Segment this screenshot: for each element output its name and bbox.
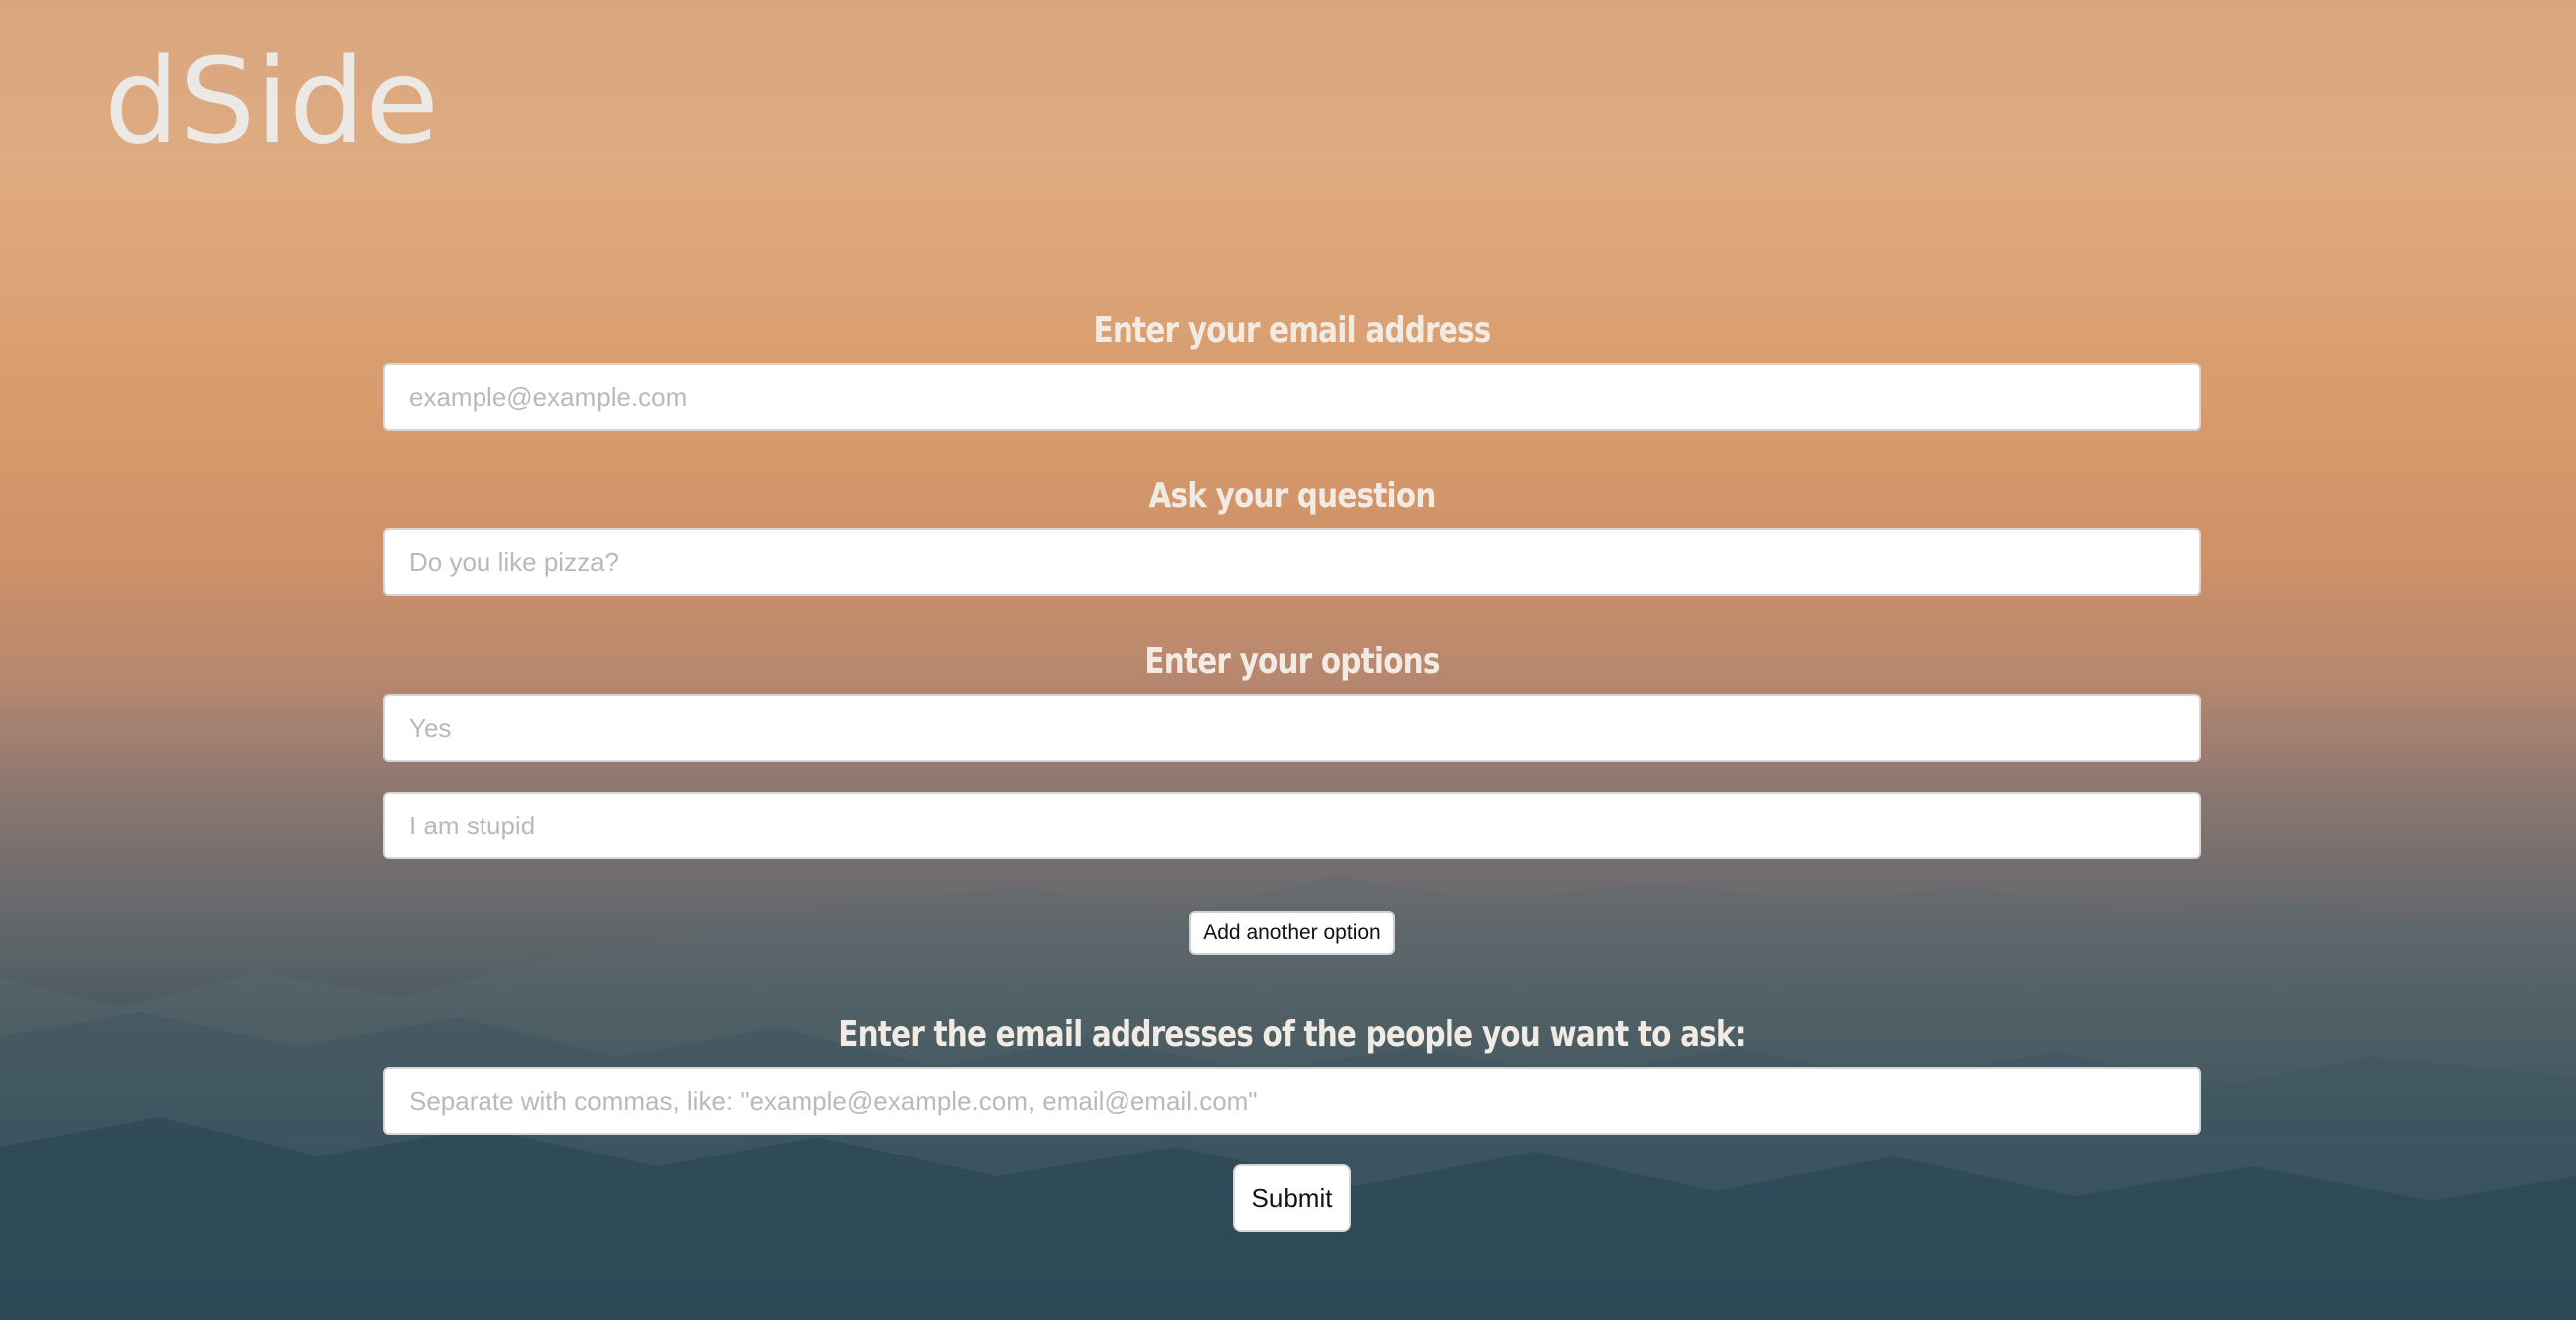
svg-text:dSide: dSide — [104, 50, 439, 150]
option-input-1[interactable] — [383, 694, 2201, 762]
submit-button[interactable]: Submit — [1233, 1164, 1351, 1232]
recipients-input[interactable] — [383, 1067, 2201, 1135]
options-heading: Enter your options — [1144, 641, 1440, 682]
email-heading: Enter your email address — [1093, 310, 1492, 351]
add-option-button[interactable]: Add another option — [1189, 911, 1395, 955]
question-form: Enter your email address Ask your questi… — [383, 299, 2201, 1232]
email-input[interactable] — [383, 363, 2201, 431]
option-input-2[interactable] — [383, 792, 2201, 859]
recipients-heading: Enter the email addresses of the people … — [838, 1014, 1746, 1055]
question-input[interactable] — [383, 528, 2201, 596]
dside-logo: dSide — [104, 50, 439, 150]
question-heading: Ask your question — [1148, 476, 1436, 516]
